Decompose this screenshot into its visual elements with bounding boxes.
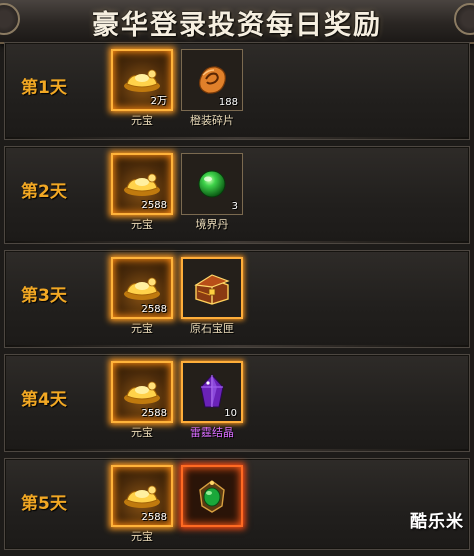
item-slot[interactable]: 2588 <box>111 361 173 423</box>
reward-row-day-2: 第2天 2588 元宝 3 境界丹 <box>4 146 470 244</box>
item-count: 2588 <box>141 408 167 419</box>
reward-item[interactable]: 10 雷霆结晶 <box>181 361 245 440</box>
gold-ingot-icon <box>124 69 160 92</box>
item-slot[interactable]: 2588 <box>111 153 173 215</box>
item-slot[interactable]: 3 <box>181 153 243 215</box>
green-orb-icon <box>198 170 226 198</box>
watermark: 酷乐米 <box>410 512 464 532</box>
green-amulet-icon <box>199 480 225 513</box>
item-slot[interactable] <box>181 257 243 319</box>
item-name: 元宝 <box>131 322 153 335</box>
reward-item[interactable]: 3 境界丹 <box>181 153 245 232</box>
item-name: 元宝 <box>131 218 153 231</box>
gold-ingot-icon <box>124 277 160 300</box>
item-count: 10 <box>224 408 237 419</box>
page-title: 豪华登录投资每日奖励 <box>92 10 382 41</box>
row-divider <box>5 137 469 139</box>
reward-item[interactable]: 188 橙装碎片 <box>181 49 245 128</box>
reward-row-day-1: 第1天 2万 元宝 188 橙装碎片 <box>4 42 470 140</box>
reward-item[interactable]: 2588 元宝 <box>111 361 175 440</box>
reward-list: 第1天 2万 元宝 188 橙装碎片 第2天 2588 元宝 3 境界丹 第3天… <box>4 42 470 556</box>
item-name: 元宝 <box>131 114 153 127</box>
item-name: 橙装碎片 <box>190 114 234 127</box>
title-banner: 豪华登录投资每日奖励 <box>0 0 474 44</box>
reward-item[interactable]: 原石宝匣 <box>181 257 245 336</box>
treasure-chest-icon <box>194 274 230 305</box>
gold-ingot-icon <box>124 485 160 508</box>
item-slot[interactable]: 2588 <box>111 465 173 527</box>
reward-item[interactable]: 2588 元宝 <box>111 465 175 544</box>
item-count: 2588 <box>141 200 167 211</box>
reward-row-day-5: 第5天 2588 元宝 <box>4 458 470 550</box>
gold-ingot-icon <box>124 173 160 196</box>
item-count: 3 <box>231 201 238 212</box>
reward-row-day-4: 第4天 2588 元宝 10 雷霆结晶 <box>4 354 470 452</box>
item-count: 2588 <box>141 304 167 315</box>
day-label: 第5天 <box>21 494 67 514</box>
orange-shard-icon <box>199 66 226 94</box>
day-label: 第3天 <box>21 286 67 306</box>
row-divider <box>5 449 469 451</box>
item-name: 雷霆结晶 <box>190 426 234 439</box>
row-divider <box>5 241 469 243</box>
day-label: 第1天 <box>21 78 67 98</box>
item-slot[interactable]: 188 <box>181 49 243 111</box>
reward-item[interactable]: 2588 元宝 <box>111 153 175 232</box>
item-name: 元宝 <box>131 530 153 543</box>
day-label: 第2天 <box>21 182 67 202</box>
item-slot[interactable]: 10 <box>181 361 243 423</box>
reward-item[interactable] <box>181 465 245 528</box>
reward-item[interactable]: 2万 元宝 <box>111 49 175 128</box>
item-count: 188 <box>218 97 238 108</box>
item-name: 原石宝匣 <box>190 322 234 335</box>
day-label: 第4天 <box>21 390 67 410</box>
item-name: 境界丹 <box>195 218 229 231</box>
purple-crystal-icon <box>200 374 224 408</box>
item-count: 2万 <box>150 96 167 107</box>
gold-ingot-icon <box>124 381 160 404</box>
item-name: 元宝 <box>131 426 153 439</box>
row-divider <box>5 345 469 347</box>
item-slot[interactable]: 2万 <box>111 49 173 111</box>
item-slot[interactable]: 2588 <box>111 257 173 319</box>
item-count: 2588 <box>141 512 167 523</box>
reward-row-day-3: 第3天 2588 元宝 原石宝匣 <box>4 250 470 348</box>
reward-item[interactable]: 2588 元宝 <box>111 257 175 336</box>
item-slot[interactable] <box>181 465 243 527</box>
